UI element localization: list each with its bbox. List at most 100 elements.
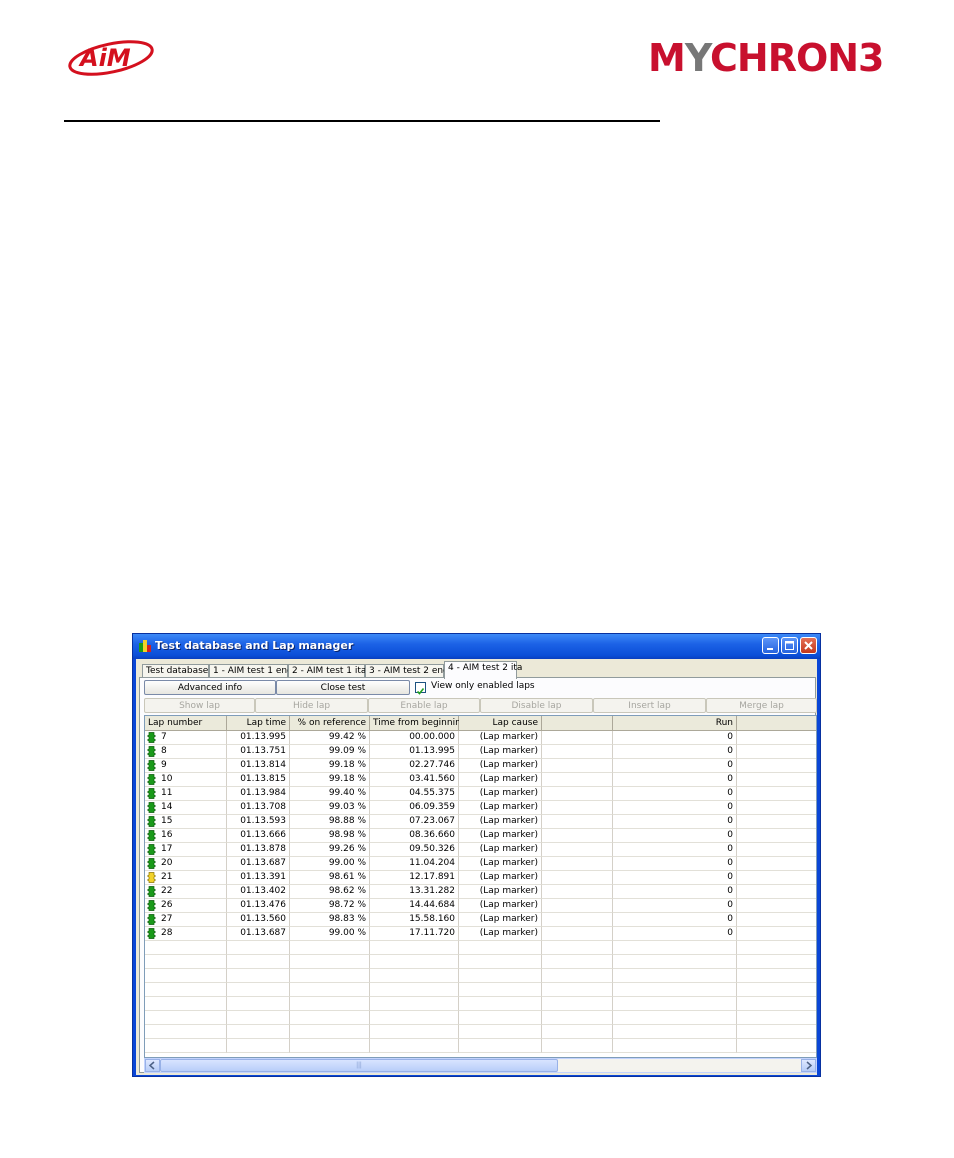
lap-cause-cell[interactable]: (Lap marker) (459, 913, 542, 927)
blank-cell[interactable] (542, 787, 613, 801)
lap-cause-cell[interactable]: (Lap marker) (459, 899, 542, 913)
pct-reference-cell[interactable]: 99.18 % (290, 773, 370, 787)
run-cell[interactable]: 0 (613, 731, 737, 745)
lap-time-cell[interactable]: 01.13.995 (227, 731, 290, 745)
column-header-lap-number[interactable]: Lap number (145, 716, 227, 731)
disable-lap-button[interactable]: Disable lap (480, 698, 593, 713)
blank-cell[interactable] (542, 829, 613, 843)
time-from-beginning-cell[interactable]: 14.44.684 (370, 899, 459, 913)
pct-reference-cell[interactable]: 98.72 % (290, 899, 370, 913)
time-from-beginning-cell[interactable]: 04.55.375 (370, 787, 459, 801)
filler-cell[interactable] (737, 815, 816, 829)
blank-cell[interactable] (542, 857, 613, 871)
column-header-time-from-beginning[interactable]: Time from beginning (370, 716, 466, 731)
title-bar[interactable]: Test database and Lap manager (133, 634, 820, 659)
scroll-thumb[interactable]: ||| (160, 1059, 558, 1072)
time-from-beginning-cell[interactable]: 03.41.560 (370, 773, 459, 787)
lap-time-cell[interactable]: 01.13.878 (227, 843, 290, 857)
lap-number-cell[interactable]: 16 (145, 829, 227, 843)
run-cell[interactable]: 0 (613, 801, 737, 815)
run-cell[interactable]: 0 (613, 927, 737, 941)
time-from-beginning-cell[interactable]: 11.04.204 (370, 857, 459, 871)
tab-aim-test-2-eng[interactable]: 3 - AIM test 2 eng (365, 664, 449, 678)
column-header-run[interactable]: Run (613, 716, 737, 731)
run-cell[interactable]: 0 (613, 843, 737, 857)
column-header-pct-reference[interactable]: % on reference (290, 716, 370, 731)
blank-cell[interactable] (542, 731, 613, 745)
pct-reference-cell[interactable]: 99.18 % (290, 759, 370, 773)
lap-cause-cell[interactable]: (Lap marker) (459, 815, 542, 829)
hide-lap-button[interactable]: Hide lap (255, 698, 368, 713)
lap-number-cell[interactable]: 27 (145, 913, 227, 927)
lap-number-cell[interactable]: 17 (145, 843, 227, 857)
filler-cell[interactable] (737, 857, 816, 871)
insert-lap-button[interactable]: Insert lap (593, 698, 706, 713)
filler-cell[interactable] (737, 731, 816, 745)
filler-cell[interactable] (737, 885, 816, 899)
scroll-left-button[interactable] (145, 1059, 160, 1072)
pct-reference-cell[interactable]: 98.88 % (290, 815, 370, 829)
blank-cell[interactable] (542, 871, 613, 885)
pct-reference-cell[interactable]: 99.09 % (290, 745, 370, 759)
pct-reference-cell[interactable]: 98.83 % (290, 913, 370, 927)
enable-lap-button[interactable]: Enable lap (368, 698, 480, 713)
blank-cell[interactable] (542, 843, 613, 857)
lap-time-cell[interactable]: 01.13.814 (227, 759, 290, 773)
run-cell[interactable]: 0 (613, 885, 737, 899)
time-from-beginning-cell[interactable]: 08.36.660 (370, 829, 459, 843)
lap-time-cell[interactable]: 01.13.402 (227, 885, 290, 899)
lap-time-cell[interactable]: 01.13.708 (227, 801, 290, 815)
lap-time-cell[interactable]: 01.13.984 (227, 787, 290, 801)
lap-cause-cell[interactable]: (Lap marker) (459, 843, 542, 857)
maximize-button[interactable] (781, 637, 798, 654)
lap-number-cell[interactable]: 9 (145, 759, 227, 773)
blank-cell[interactable] (542, 773, 613, 787)
filler-cell[interactable] (737, 759, 816, 773)
show-lap-button[interactable]: Show lap (144, 698, 255, 713)
lap-number-cell[interactable]: 10 (145, 773, 227, 787)
time-from-beginning-cell[interactable]: 06.09.359 (370, 801, 459, 815)
lap-cause-cell[interactable]: (Lap marker) (459, 759, 542, 773)
time-from-beginning-cell[interactable]: 07.23.067 (370, 815, 459, 829)
close-test-button[interactable]: Close test (276, 680, 410, 695)
filler-cell[interactable] (737, 899, 816, 913)
lap-number-cell[interactable]: 14 (145, 801, 227, 815)
lap-number-cell[interactable]: 28 (145, 927, 227, 941)
filler-cell[interactable] (737, 927, 816, 941)
column-header-lap-cause[interactable]: Lap cause (459, 716, 542, 731)
lap-cause-cell[interactable]: (Lap marker) (459, 731, 542, 745)
pct-reference-cell[interactable]: 99.00 % (290, 857, 370, 871)
merge-lap-button[interactable]: Merge lap (706, 698, 817, 713)
blank-cell[interactable] (542, 899, 613, 913)
lap-cause-cell[interactable]: (Lap marker) (459, 927, 542, 941)
pct-reference-cell[interactable]: 99.40 % (290, 787, 370, 801)
filler-cell[interactable] (737, 843, 816, 857)
run-cell[interactable]: 0 (613, 773, 737, 787)
lap-cause-cell[interactable]: (Lap marker) (459, 857, 542, 871)
lap-time-cell[interactable]: 01.13.476 (227, 899, 290, 913)
lap-number-cell[interactable]: 20 (145, 857, 227, 871)
lap-cause-cell[interactable]: (Lap marker) (459, 801, 542, 815)
pct-reference-cell[interactable]: 99.26 % (290, 843, 370, 857)
filler-cell[interactable] (737, 801, 816, 815)
lap-cause-cell[interactable]: (Lap marker) (459, 885, 542, 899)
lap-time-cell[interactable]: 01.13.687 (227, 927, 290, 941)
lap-cause-cell[interactable]: (Lap marker) (459, 773, 542, 787)
lap-number-cell[interactable]: 21 (145, 871, 227, 885)
blank-cell[interactable] (542, 927, 613, 941)
lap-cause-cell[interactable]: (Lap marker) (459, 871, 542, 885)
blank-cell[interactable] (542, 801, 613, 815)
close-window-button[interactable] (800, 637, 817, 654)
pct-reference-cell[interactable]: 98.98 % (290, 829, 370, 843)
time-from-beginning-cell[interactable]: 02.27.746 (370, 759, 459, 773)
run-cell[interactable]: 0 (613, 829, 737, 843)
lap-cause-cell[interactable]: (Lap marker) (459, 787, 542, 801)
column-header-lap-time[interactable]: Lap time (227, 716, 290, 731)
pct-reference-cell[interactable]: 98.61 % (290, 871, 370, 885)
scroll-right-button[interactable] (801, 1059, 816, 1072)
lap-number-cell[interactable]: 11 (145, 787, 227, 801)
pct-reference-cell[interactable]: 99.03 % (290, 801, 370, 815)
time-from-beginning-cell[interactable]: 12.17.891 (370, 871, 459, 885)
run-cell[interactable]: 0 (613, 871, 737, 885)
filler-cell[interactable] (737, 773, 816, 787)
